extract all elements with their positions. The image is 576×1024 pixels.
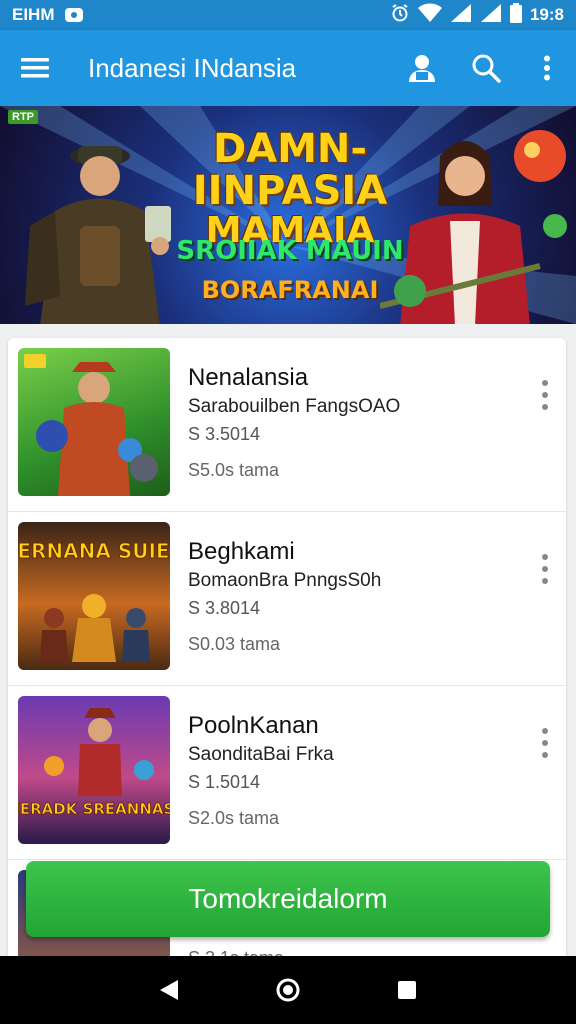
item-price: S 3.8014 [188, 598, 261, 618]
app-bar: Indanesi INdansia [0, 30, 576, 106]
app-title: Indanesi INdansia [88, 52, 297, 83]
list-item[interactable]: Nenalansia Sarabouilben FangsOAO S 3.501… [8, 338, 566, 512]
more-vert-icon [544, 55, 550, 81]
thumb-label: SNERADK SREANNASIA [18, 800, 170, 818]
item-more-button[interactable] [538, 728, 552, 758]
more-vert-icon [542, 554, 548, 560]
item-price: S 1.5014 [188, 772, 261, 792]
notification-icon [64, 8, 83, 22]
wifi-icon [417, 3, 442, 28]
list-item[interactable]: SIERNANA SUIEIA Beghkami BomaonBra Pnngs… [8, 512, 566, 686]
game-thumbnail [18, 348, 170, 496]
menu-icon [21, 58, 49, 78]
home-icon [276, 978, 300, 1002]
signal-icon [450, 3, 472, 28]
status-bar: EIHM 19:8 [0, 0, 576, 30]
thumb-label: SIERNANA SUIEIA [18, 539, 170, 563]
search-icon [472, 54, 501, 83]
home-button[interactable] [268, 970, 308, 1010]
item-time: S0.03 tama [188, 634, 281, 654]
battery-icon [509, 2, 522, 28]
alarm-icon [390, 3, 410, 28]
carrier-label: EIHM [12, 5, 55, 24]
recents-icon [397, 981, 416, 999]
game-thumbnail: SNERADK SREANNASIA [18, 696, 170, 844]
overflow-menu-button[interactable] [518, 30, 576, 106]
item-time: S5.0s tama [188, 460, 280, 480]
item-subtitle: BomaonBra PnngsS0h [188, 570, 382, 591]
primary-cta-button[interactable]: Tomokreidalorm [26, 861, 550, 937]
more-vert-icon [542, 728, 548, 734]
item-title: PoolnKanan [188, 712, 319, 739]
menu-button[interactable] [0, 30, 70, 106]
system-nav-bar [0, 956, 576, 1024]
item-subtitle: SaonditaBai Frka [188, 744, 334, 765]
more-vert-icon [542, 380, 548, 386]
account-icon [409, 55, 435, 82]
item-price: S 3.5014 [188, 424, 261, 444]
back-icon [160, 980, 179, 1000]
item-time: S2.0s tama [188, 808, 280, 828]
item-more-button[interactable] [538, 380, 552, 410]
game-thumbnail: SIERNANA SUIEIA [18, 522, 170, 670]
recents-button[interactable] [387, 970, 427, 1010]
item-more-button[interactable] [538, 554, 552, 584]
signal-icon [480, 3, 502, 28]
search-button[interactable] [454, 30, 518, 106]
item-title: Beghkami [188, 538, 295, 565]
clock: 19:8 [529, 5, 564, 24]
promo-banner[interactable]: RTP DAMN- IINPASIA MAMAIA SROIIAK MAUIN … [0, 106, 576, 324]
item-title: Nenalansia [188, 364, 309, 391]
back-button[interactable] [149, 970, 189, 1010]
host-character-image [380, 130, 567, 324]
account-button[interactable] [390, 30, 454, 106]
item-subtitle: Sarabouilben FangsOAO [188, 396, 401, 417]
list-item[interactable]: SNERADK SREANNASIA PoolnKanan SaonditaBa… [8, 686, 566, 860]
